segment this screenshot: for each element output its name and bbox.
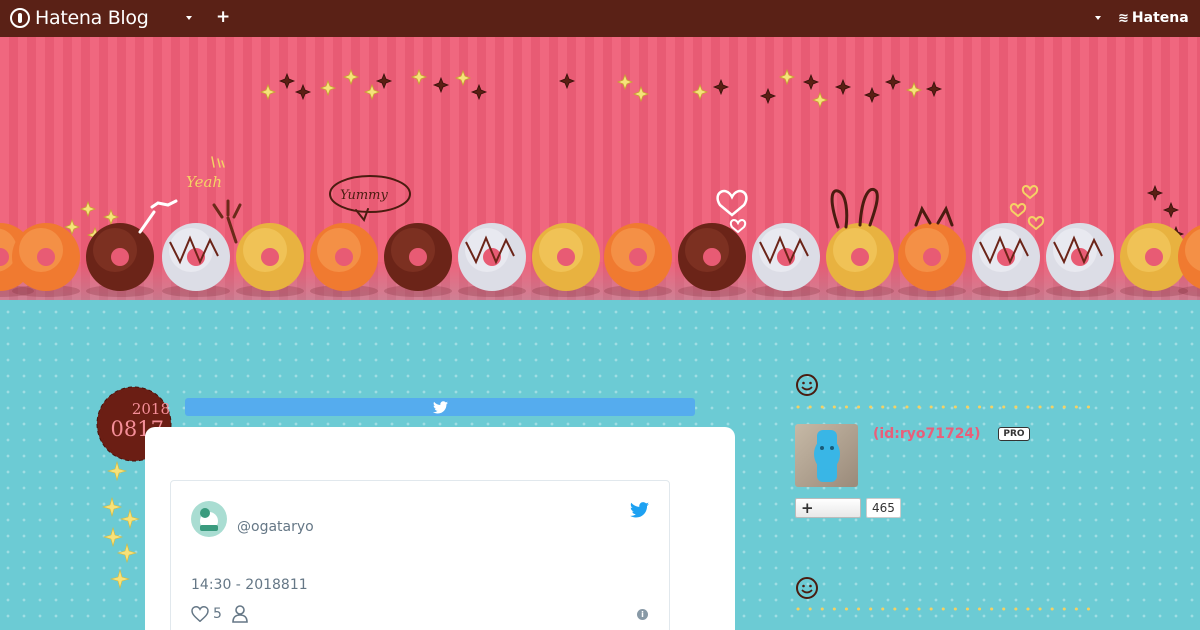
hatena-logo[interactable]: ≋ Hatena (1118, 10, 1189, 26)
dotted-divider (796, 405, 1095, 409)
donut-illustration: Yeah Yummy (0, 68, 1200, 297)
hatena-blog-logo[interactable]: Hatena Blog (10, 7, 149, 29)
hatena-mark-icon: ≋ (1118, 10, 1129, 26)
pro-badge: PRO (998, 427, 1030, 441)
add-entry-button[interactable]: + (216, 7, 230, 27)
follow-button[interactable]: + (795, 498, 861, 518)
smiley-icon (796, 374, 818, 396)
brand-name: Hatena Blog (35, 7, 149, 29)
embedded-tweet[interactable]: @ogataryo 14:30 - 2018811 5 i (170, 480, 670, 630)
account-menu-caret-icon[interactable] (1095, 16, 1101, 20)
twitter-bird-icon[interactable] (630, 502, 649, 518)
global-header: Hatena Blog + ≋ Hatena (0, 0, 1200, 37)
person-icon[interactable] (232, 605, 248, 623)
tweet-username[interactable]: @ogataryo (237, 519, 314, 535)
svg-text:Yeah: Yeah (186, 173, 222, 191)
like-count: 5 (213, 606, 222, 622)
follower-count[interactable]: 465 (866, 498, 901, 518)
svg-text:Yummy: Yummy (340, 188, 388, 203)
twitter-share-button[interactable] (185, 398, 695, 416)
heart-icon[interactable] (191, 606, 209, 622)
twitter-icon (432, 400, 448, 413)
info-icon[interactable]: i (637, 609, 648, 620)
hatena-label: Hatena (1131, 10, 1189, 26)
tweet-actions: 5 (191, 605, 248, 623)
entry-date-year: 2018 (131, 400, 170, 418)
plus-icon: + (801, 499, 814, 517)
blog-header-banner: Yeah Yummy (0, 37, 1200, 300)
sparkle-decoration-icon (101, 460, 141, 590)
smiley-icon (796, 577, 818, 599)
caret-down-icon[interactable] (186, 16, 192, 20)
avatar[interactable] (191, 501, 227, 537)
profile-avatar[interactable] (795, 424, 858, 487)
entry-article: @ogataryo 14:30 - 2018811 5 i (145, 427, 735, 630)
profile-id[interactable]: (id:ryo71724) (873, 426, 981, 442)
tweet-timestamp[interactable]: 14:30 - 2018811 (191, 577, 308, 593)
dotted-divider (796, 607, 1095, 611)
hatena-blog-mark-icon (10, 8, 30, 28)
